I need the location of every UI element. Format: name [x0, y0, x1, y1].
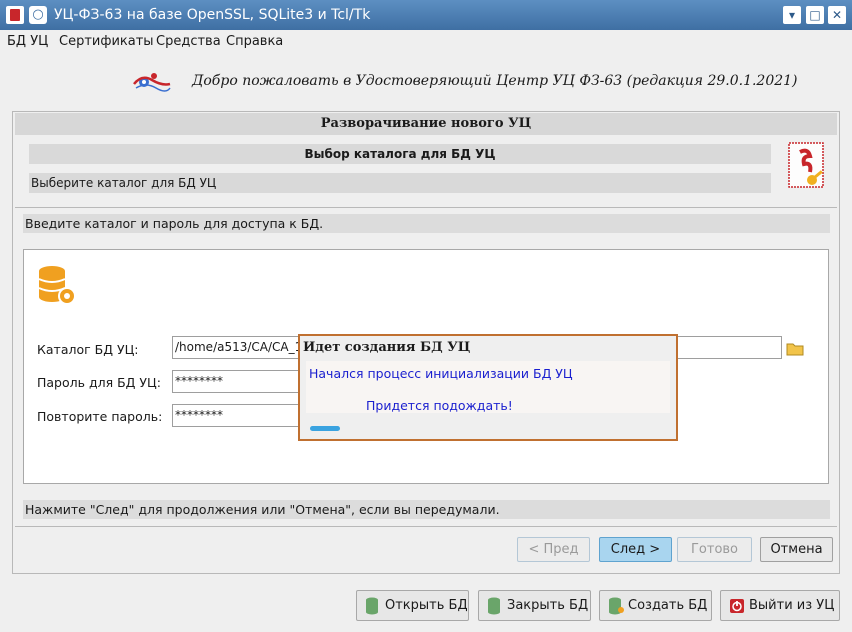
folder-icon[interactable] — [786, 341, 804, 356]
password-label: Пароль для БД УЦ: — [37, 375, 161, 390]
welcome-text: Добро пожаловать в Удостоверяющий Центр … — [192, 73, 798, 89]
minimize-button[interactable]: ▾ — [783, 6, 801, 24]
continue-hint: Нажмите "След" для продолжения или "Отме… — [23, 500, 830, 519]
certificate-icon — [788, 142, 824, 188]
menu-tools[interactable]: Средства — [156, 34, 221, 49]
wizard-header: Разворачивание нового УЦ — [15, 113, 837, 135]
password-input[interactable]: ******** — [172, 370, 302, 393]
system-menu-icon[interactable]: ○ — [29, 6, 47, 24]
close-button[interactable]: ✕ — [828, 6, 846, 24]
open-db-label: Открыть БД — [385, 598, 468, 613]
dialog-message: Начался процесс инициализации БД УЦ — [309, 366, 573, 381]
window-title: УЦ-ФЗ-63 на базе OpenSSL, SQLite3 и Tcl/… — [54, 7, 371, 23]
cancel-button[interactable]: Отмена — [760, 537, 833, 562]
separator — [15, 526, 837, 527]
separator — [15, 207, 837, 208]
repeat-password-label: Повторите пароль: — [37, 409, 163, 424]
database-add-icon — [609, 597, 624, 615]
database-icon — [38, 266, 76, 305]
ca-logo-icon — [133, 73, 171, 92]
create-db-label: Создать БД — [628, 598, 708, 613]
prev-button[interactable]: < Пред — [517, 537, 590, 562]
catalog-label: Каталог БД УЦ: — [37, 342, 139, 357]
database-icon — [366, 597, 378, 615]
dialog-title: Идет создания БД УЦ — [303, 340, 471, 355]
step-description: Выберите каталог для БД УЦ — [29, 173, 771, 193]
open-db-button[interactable]: Открыть БД — [356, 590, 469, 621]
menu-db[interactable]: БД УЦ — [7, 34, 48, 49]
step-title: Выбор каталога для БД УЦ — [29, 144, 771, 164]
database-icon — [488, 597, 500, 615]
app-icon[interactable] — [6, 6, 24, 24]
instruction-text: Введите каталог и пароль для доступа к Б… — [23, 214, 830, 233]
power-icon — [730, 599, 744, 613]
exit-label: Выйти из УЦ — [749, 598, 835, 613]
menu-bar: БД УЦ Сертификаты Средства Справка — [0, 30, 852, 54]
dialog-body: Начался процесс инициализации БД УЦ Прид… — [306, 361, 670, 413]
menu-help[interactable]: Справка — [226, 34, 283, 49]
progress-dialog: Идет создания БД УЦ Начался процесс иниц… — [298, 334, 678, 441]
maximize-button[interactable]: □ — [806, 6, 824, 24]
create-db-button[interactable]: Создать БД — [599, 590, 712, 621]
close-db-button[interactable]: Закрыть БД — [478, 590, 591, 621]
welcome-banner: Добро пожаловать в Удостоверяющий Центр … — [0, 62, 852, 102]
close-db-label: Закрыть БД — [507, 598, 589, 613]
next-button[interactable]: След > — [599, 537, 672, 562]
menu-certificates[interactable]: Сертификаты — [59, 34, 154, 49]
title-bar: ○ УЦ-ФЗ-63 на базе OpenSSL, SQLite3 и Tc… — [0, 0, 852, 30]
repeat-password-input[interactable]: ******** — [172, 404, 302, 427]
exit-button[interactable]: Выйти из УЦ — [720, 590, 840, 621]
dialog-wait-message: Придется подождать! — [366, 398, 513, 413]
progress-bar — [310, 426, 340, 431]
finish-button[interactable]: Готово — [677, 537, 752, 562]
